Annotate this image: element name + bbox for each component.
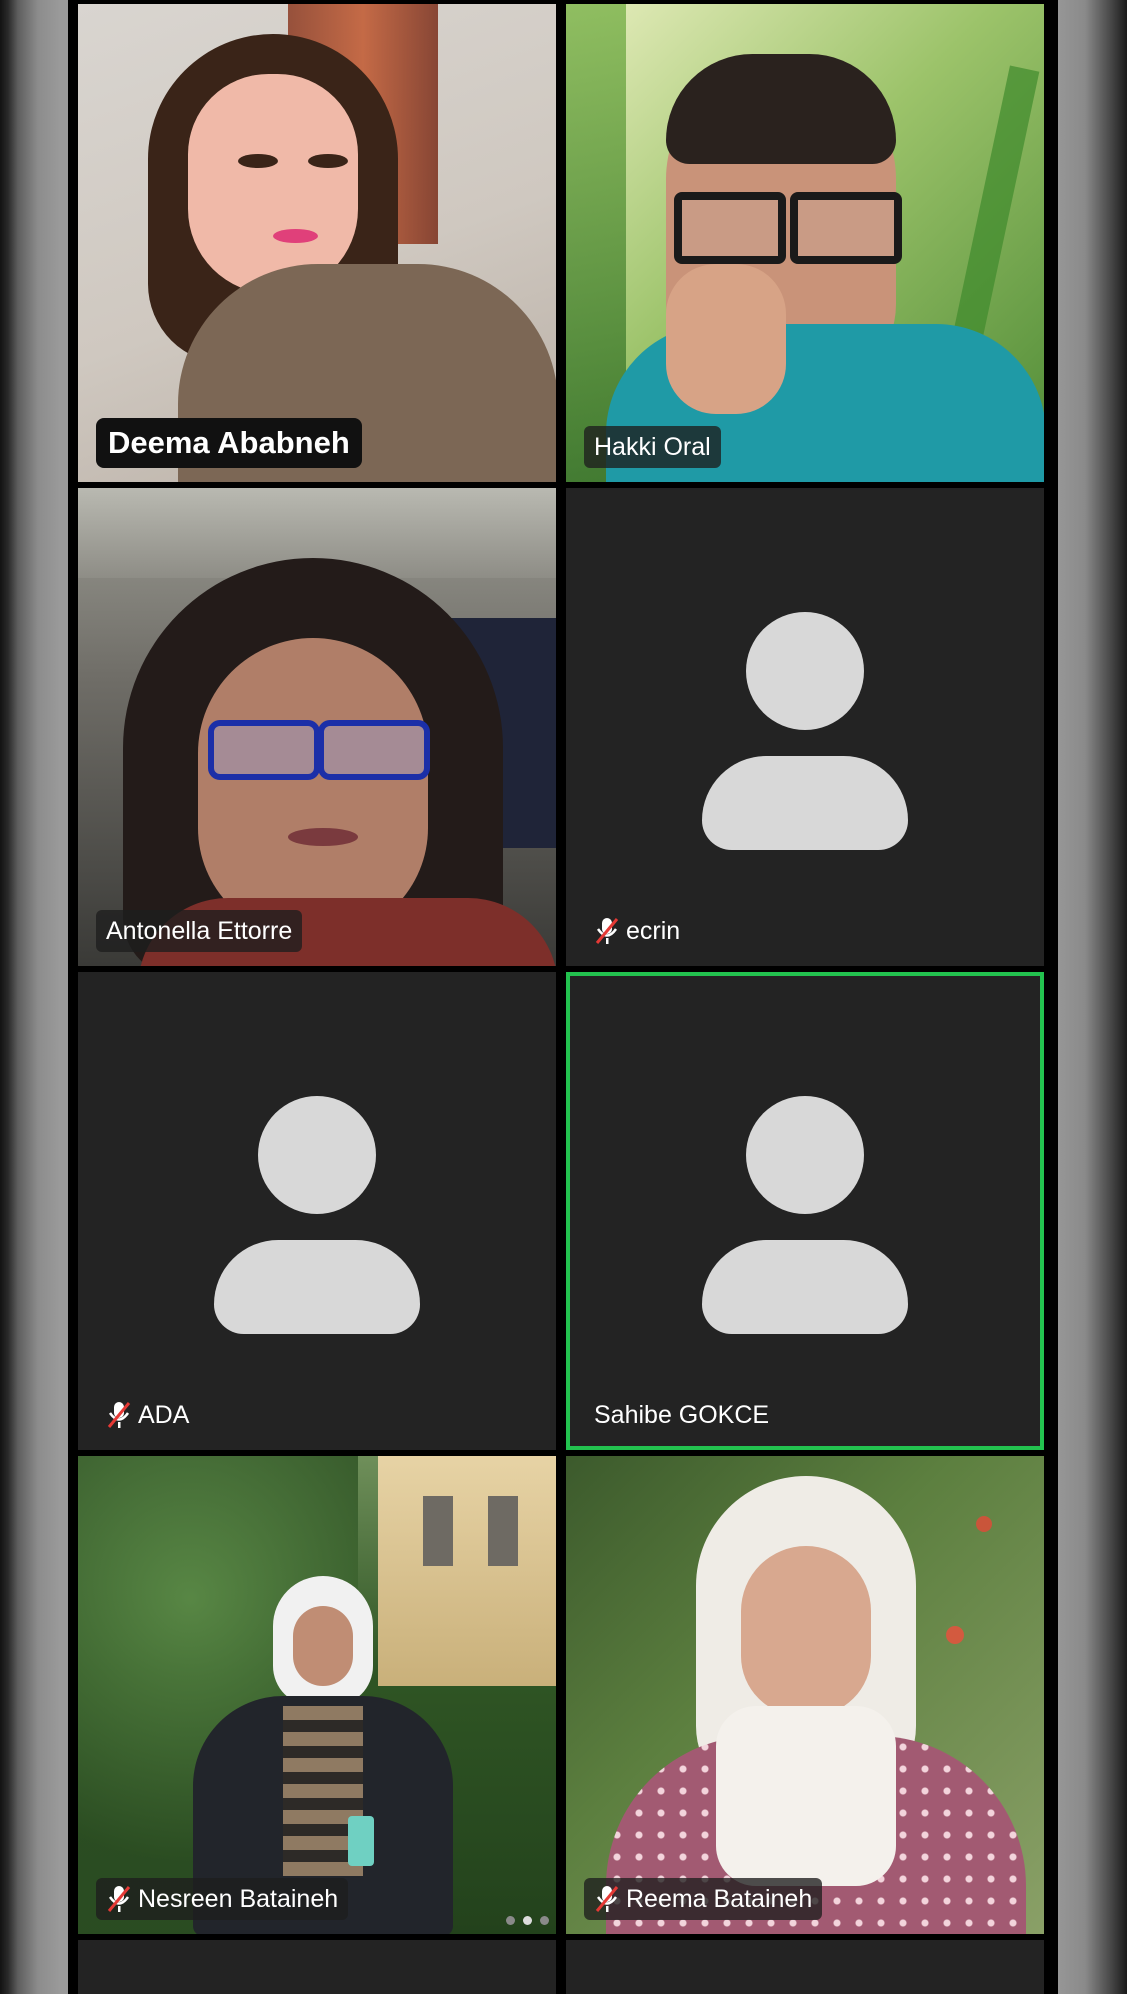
participant-name: Nesreen Bataineh	[138, 1885, 339, 1913]
participant-tile-reema-bataineh[interactable]: Reema Bataineh	[566, 1456, 1044, 1934]
participant-name: ecrin	[626, 917, 681, 945]
avatar-body-shape	[702, 1240, 908, 1334]
page-indicator[interactable]	[506, 1916, 549, 1925]
participant-name-tag: Nesreen Bataineh	[96, 1878, 349, 1920]
participant-tile-antonella-ettorre[interactable]: Antonella Ettorre	[78, 488, 556, 966]
page-dot-active	[523, 1916, 532, 1925]
participant-video	[566, 1456, 1044, 1934]
participant-tile-ada[interactable]: ADA	[78, 972, 556, 1450]
participant-tile-partial[interactable]	[566, 1940, 1044, 1994]
participant-video	[566, 4, 1044, 482]
participant-video	[78, 488, 556, 966]
mic-off-icon	[594, 1884, 620, 1914]
participant-name-tag: Sahibe GOKCE	[584, 1394, 779, 1436]
participant-tile-deema-ababneh[interactable]: Deema Ababneh	[78, 4, 556, 482]
mic-off-icon	[594, 916, 620, 946]
mic-off-icon	[106, 1400, 132, 1430]
participant-tile-sahibe-gokce[interactable]: Sahibe GOKCE	[566, 972, 1044, 1450]
participant-name-tag: ecrin	[584, 910, 690, 952]
participant-tile-partial[interactable]	[78, 1940, 556, 1994]
avatar-body-shape	[214, 1240, 420, 1334]
participant-name-tag: Deema Ababneh	[96, 418, 362, 468]
participant-name: Deema Ababneh	[108, 425, 350, 460]
participant-tile-ecrin[interactable]: ecrin	[566, 488, 1044, 966]
participant-video	[78, 1456, 556, 1934]
participant-tile-hakki-oral[interactable]: Hakki Oral	[566, 4, 1044, 482]
participant-name: Reema Bataineh	[626, 1885, 813, 1913]
mic-off-icon	[106, 1884, 132, 1914]
participant-name-tag: Reema Bataineh	[584, 1878, 823, 1920]
participant-tile-nesreen-bataineh[interactable]: Nesreen Bataineh	[78, 1456, 556, 1934]
avatar-icon	[746, 612, 864, 730]
participant-name-tag: Hakki Oral	[584, 426, 721, 468]
participant-name: Antonella Ettorre	[106, 917, 293, 945]
avatar-body-shape	[702, 756, 908, 850]
participant-name-tag: Antonella Ettorre	[96, 910, 303, 952]
avatar-icon	[746, 1096, 864, 1214]
page-dot	[540, 1916, 549, 1925]
participant-video	[78, 4, 556, 482]
participant-name: Sahibe GOKCE	[594, 1401, 770, 1429]
participant-name: Hakki Oral	[594, 433, 711, 461]
avatar-icon	[258, 1096, 376, 1214]
video-grid: Deema Ababneh Hakki Oral Antonella Ettor…	[68, 0, 1058, 1994]
participant-name: ADA	[138, 1401, 190, 1429]
participant-name-tag: ADA	[96, 1394, 199, 1436]
page-dot	[506, 1916, 515, 1925]
